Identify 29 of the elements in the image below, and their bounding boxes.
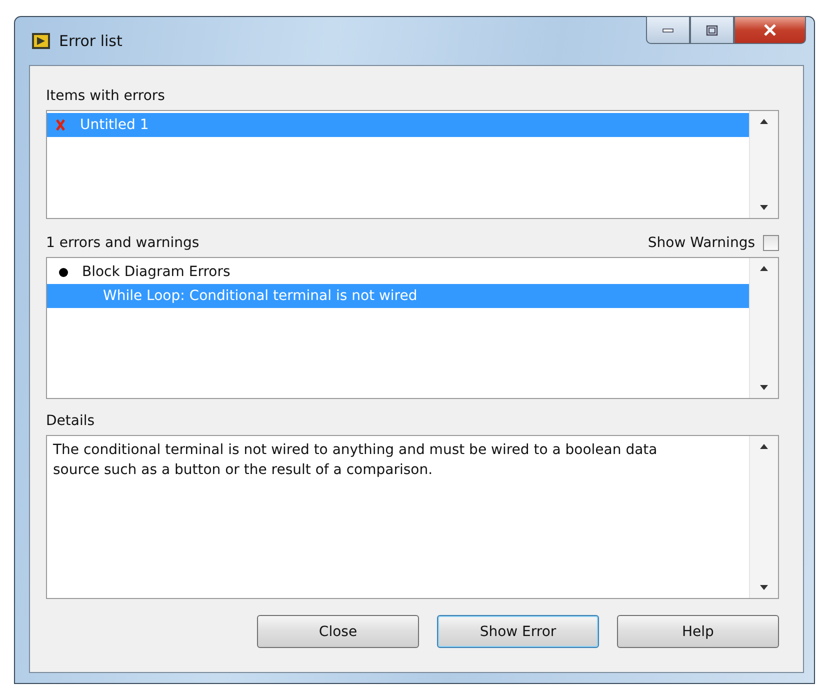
dialog-button[interactable]: Help bbox=[617, 615, 779, 648]
window-title: Error list bbox=[59, 32, 122, 50]
dialog-button[interactable]: Show Error bbox=[437, 615, 599, 648]
scrollbar[interactable] bbox=[749, 111, 778, 218]
scroll-up-icon[interactable] bbox=[760, 266, 768, 271]
details-text: The conditional terminal is not wired to anything and must be wired to a boolean data source such as a button or the result of a comparison. bbox=[52, 441, 658, 480]
scrollbar[interactable] bbox=[749, 258, 778, 398]
show-warnings-checkbox[interactable] bbox=[763, 235, 779, 251]
scroll-down-icon[interactable] bbox=[760, 205, 768, 210]
checkbox-label: Show Warnings bbox=[648, 235, 755, 251]
tree-group[interactable]: Block Diagram Errors bbox=[47, 260, 749, 284]
app-icon bbox=[31, 32, 51, 50]
section-label: Details bbox=[46, 413, 96, 429]
section-label: Items with errors bbox=[46, 88, 166, 104]
scroll-up-icon[interactable] bbox=[760, 119, 768, 124]
dialog-button[interactable]: Close bbox=[257, 615, 419, 648]
error-icon bbox=[55, 119, 66, 131]
scrollbar[interactable] bbox=[749, 436, 778, 598]
errors-summary: 1 errors and warnings bbox=[46, 235, 200, 251]
scroll-down-icon[interactable] bbox=[760, 585, 768, 590]
minimize-icon bbox=[662, 27, 674, 33]
scroll-down-icon[interactable] bbox=[760, 385, 768, 390]
scroll-up-icon[interactable] bbox=[760, 444, 768, 449]
close-icon bbox=[763, 24, 777, 36]
maximize-icon bbox=[706, 24, 718, 36]
bullet-icon bbox=[59, 268, 68, 276]
maximize-button[interactable] bbox=[690, 16, 734, 44]
close-button[interactable] bbox=[734, 16, 806, 44]
minimize-button[interactable] bbox=[646, 16, 690, 44]
